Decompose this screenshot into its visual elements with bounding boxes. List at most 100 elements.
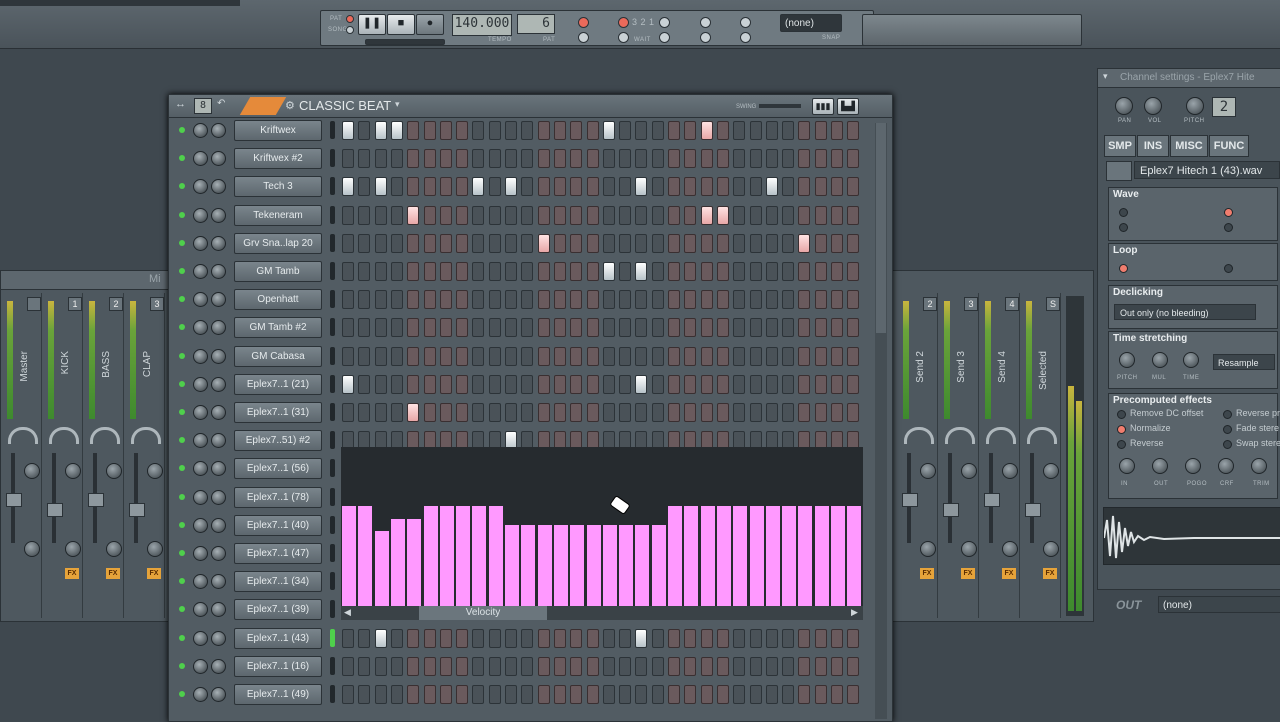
step-button[interactable] [847, 121, 860, 140]
step-button[interactable] [390, 403, 403, 422]
volume-fader-track[interactable] [134, 453, 138, 543]
step-button[interactable] [651, 656, 664, 676]
step-button[interactable] [847, 177, 860, 197]
step-button[interactable] [619, 346, 632, 366]
step-button[interactable] [570, 290, 583, 310]
step-button[interactable] [472, 628, 485, 648]
precomputed-radio[interactable] [1223, 440, 1232, 449]
step-button[interactable] [831, 628, 843, 648]
channel-mute-led[interactable] [179, 662, 185, 669]
metronome-toggle[interactable] [578, 17, 589, 28]
step-button[interactable] [651, 233, 664, 253]
send-knob[interactable] [106, 463, 122, 479]
step-button[interactable] [505, 403, 517, 422]
step-button[interactable] [684, 205, 697, 225]
step-button[interactable] [782, 290, 795, 310]
step-button[interactable] [374, 290, 387, 310]
step-button[interactable] [602, 318, 615, 338]
channel-mute-led[interactable] [179, 268, 185, 274]
velocity-bar[interactable] [847, 506, 862, 606]
step-button[interactable] [472, 262, 485, 281]
step-button[interactable] [586, 346, 599, 366]
channel-name-button[interactable]: Openhatt [234, 289, 322, 311]
channel-name-button[interactable]: Eplex7..1 (31) [234, 402, 322, 423]
step-button[interactable] [537, 121, 550, 140]
step-button[interactable] [782, 262, 795, 281]
channel-volume-knob[interactable] [211, 517, 226, 533]
step-button[interactable] [684, 149, 697, 169]
precomputed-knob[interactable] [1119, 458, 1135, 474]
send-knob[interactable] [1043, 463, 1059, 479]
step-button[interactable] [602, 149, 615, 169]
step-button[interactable] [619, 656, 632, 676]
channel-volume-knob[interactable] [211, 602, 226, 618]
step-button[interactable] [439, 233, 452, 253]
mixer-right-channel-strip[interactable]: Send 3 3 FX [940, 293, 979, 618]
velocity-bar[interactable] [407, 518, 422, 606]
send-knob[interactable] [961, 463, 977, 479]
channel-volume-knob[interactable] [211, 546, 226, 561]
step-button[interactable] [619, 374, 632, 394]
step-button[interactable] [472, 403, 485, 422]
channel-name-button[interactable]: Tekeneram [234, 204, 322, 226]
stereo-knob[interactable] [147, 541, 163, 557]
step-button[interactable] [602, 290, 615, 310]
channel-select-bar[interactable] [330, 487, 335, 506]
step-button[interactable] [521, 149, 534, 169]
step-button[interactable] [488, 346, 501, 366]
pan-arc-icon[interactable] [49, 427, 79, 444]
step-button[interactable] [505, 685, 517, 704]
step-button[interactable] [798, 346, 811, 366]
step-button[interactable] [537, 262, 550, 281]
chevron-down-icon[interactable]: ▾ [395, 99, 400, 110]
step-button[interactable] [602, 346, 615, 366]
step-button[interactable] [831, 403, 843, 422]
step-button[interactable] [423, 318, 436, 338]
step-button[interactable] [374, 656, 387, 676]
step-button[interactable] [488, 628, 501, 648]
step-button[interactable] [439, 262, 452, 281]
step-button[interactable] [439, 374, 452, 394]
step-button[interactable] [765, 290, 778, 310]
step-button[interactable] [358, 403, 371, 422]
channel-name-button[interactable]: GM Tamb [234, 261, 322, 282]
step-button[interactable] [651, 177, 664, 197]
multilink-toggle[interactable] [700, 17, 711, 28]
step-button[interactable] [439, 403, 452, 422]
snap-select[interactable]: (none) [780, 14, 842, 32]
pattern-number-display[interactable]: 8 [194, 98, 212, 114]
step-button[interactable] [733, 233, 746, 253]
step-button[interactable] [635, 628, 648, 648]
scroll-right-icon[interactable]: ▶ [851, 607, 858, 618]
step-button[interactable] [602, 177, 615, 197]
channel-mute-led[interactable] [179, 493, 185, 500]
step-button[interactable] [602, 121, 615, 140]
step-button[interactable] [439, 628, 452, 648]
channel-name-button[interactable]: Eplex7..1 (56) [234, 458, 322, 480]
step-button[interactable] [342, 177, 354, 197]
step-button[interactable] [831, 262, 843, 281]
send-knob[interactable] [65, 463, 81, 479]
step-button[interactable] [798, 374, 811, 394]
channel-pan-knob[interactable] [193, 405, 208, 420]
step-button[interactable] [814, 262, 827, 281]
channel-select-bar[interactable] [330, 431, 335, 450]
step-button[interactable] [570, 177, 583, 197]
step-button[interactable] [814, 177, 827, 197]
precomputed-knob[interactable] [1251, 458, 1267, 474]
step-button[interactable] [716, 374, 729, 394]
step-button[interactable] [439, 656, 452, 676]
step-button[interactable] [439, 290, 452, 310]
step-button[interactable] [619, 233, 632, 253]
step-button[interactable] [798, 685, 811, 704]
step-button[interactable] [472, 685, 485, 704]
step-button[interactable] [553, 149, 566, 169]
step-button[interactable] [505, 656, 517, 676]
options-gear-icon[interactable]: ⚙ [285, 99, 295, 112]
step-button[interactable] [358, 374, 371, 394]
channel-name-button[interactable]: Eplex7..1 (40) [234, 514, 322, 536]
output-select[interactable]: (none) [1158, 596, 1280, 613]
song-mode-radio[interactable] [346, 26, 354, 34]
step-button[interactable] [798, 205, 811, 225]
step-button[interactable] [439, 205, 452, 225]
